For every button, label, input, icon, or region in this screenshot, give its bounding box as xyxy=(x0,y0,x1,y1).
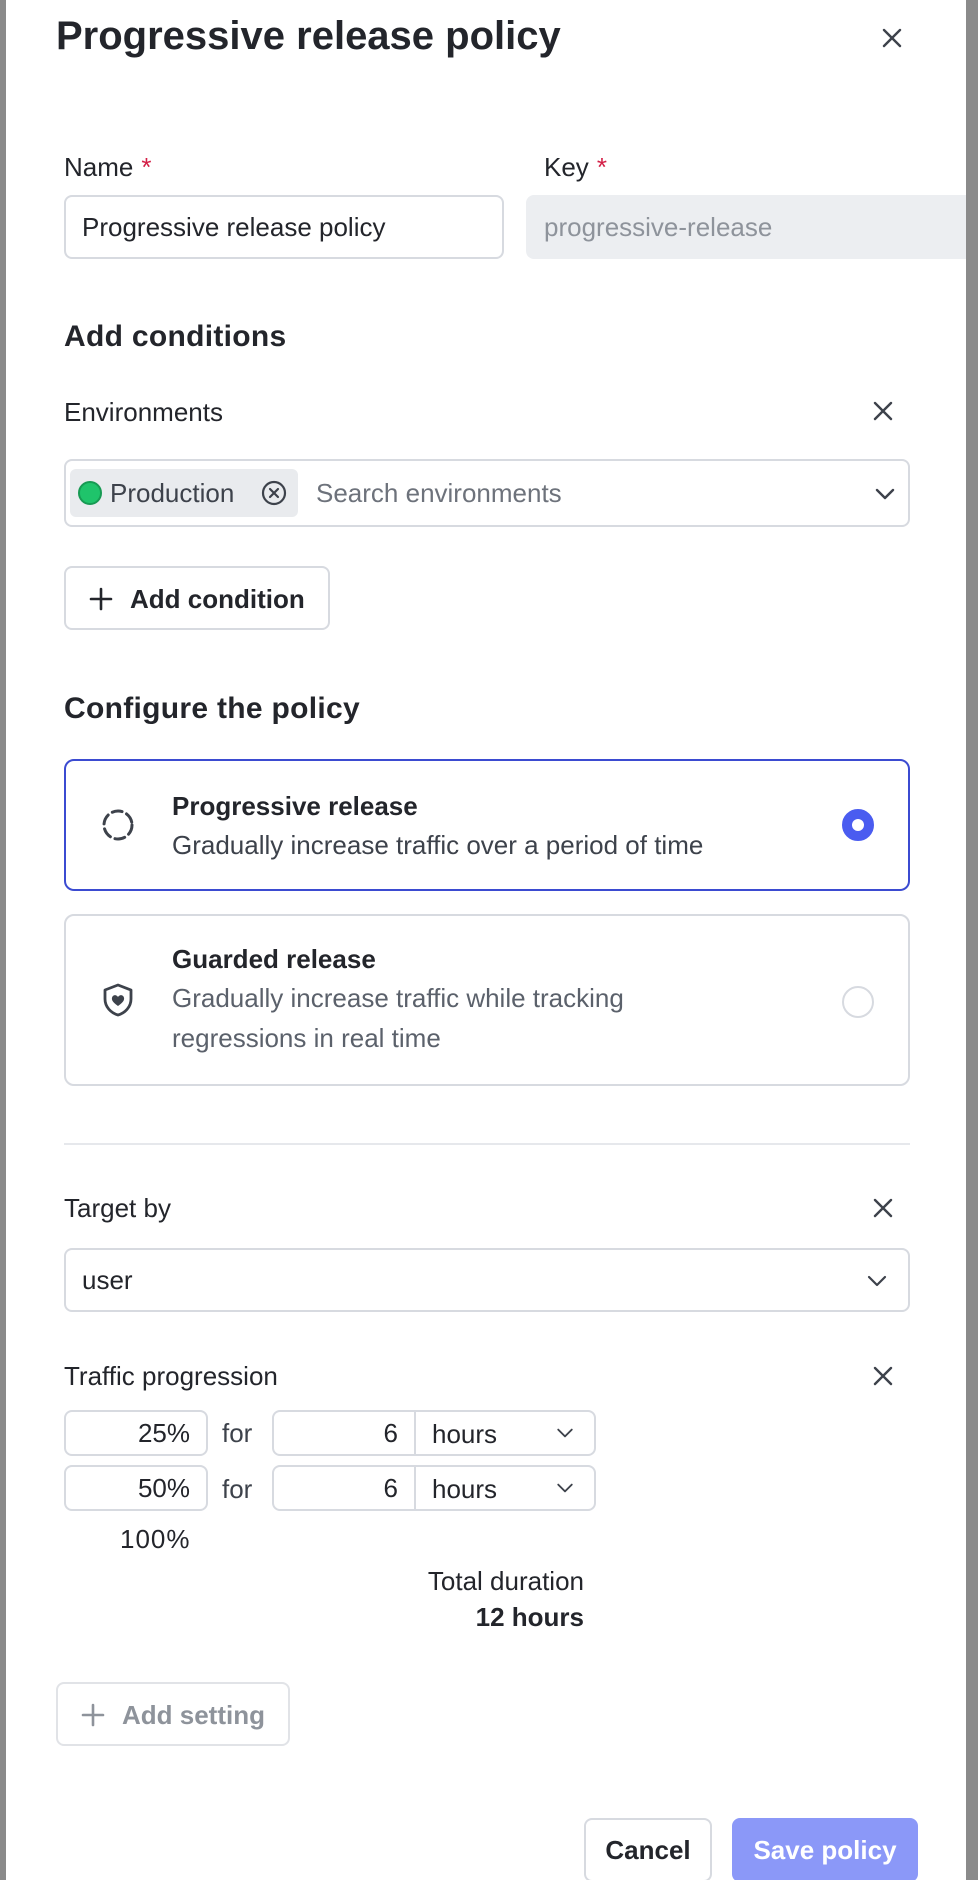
key-input[interactable]: progressive-release xyxy=(526,195,966,259)
target-by-select[interactable]: user xyxy=(64,1248,910,1312)
policy-option-title: Progressive release xyxy=(172,791,418,821)
plus-icon xyxy=(81,1703,105,1727)
environments-select[interactable]: Production xyxy=(64,459,910,527)
environment-chip: Production xyxy=(70,469,298,517)
duration-unit[interactable]: hours xyxy=(432,1419,497,1450)
key-label: Key * xyxy=(544,152,607,182)
required-mark: * xyxy=(596,152,607,182)
section-divider xyxy=(64,1143,910,1145)
policy-option-description: Gradually increase traffic over a period… xyxy=(172,830,704,860)
policy-option-description: Gradually increase traffic while trackin… xyxy=(172,983,624,1053)
policy-radio-guarded[interactable] xyxy=(842,986,874,1018)
chevron-down-icon[interactable] xyxy=(872,481,898,507)
name-label: Name * xyxy=(64,152,152,182)
policy-radio-progressive[interactable] xyxy=(842,809,874,841)
dialog-title: Progressive release policy xyxy=(56,14,561,58)
environment-search-input[interactable] xyxy=(316,473,836,513)
dashed-circle-icon xyxy=(102,809,134,841)
environments-label: Environments xyxy=(64,397,223,427)
policy-dialog: Progressive release policy Name * Progres… xyxy=(6,0,966,1880)
traffic-progression-label: Traffic progression xyxy=(64,1361,278,1391)
environment-status-dot xyxy=(78,481,102,505)
add-condition-label: Add condition xyxy=(130,584,305,614)
target-by-value: user xyxy=(82,1265,133,1295)
remove-traffic-icon[interactable] xyxy=(870,1363,896,1389)
policy-option-guarded[interactable]: Guarded release Gradually increase traff… xyxy=(64,914,910,1086)
chevron-down-icon xyxy=(867,1275,887,1287)
total-duration-label: Total duration xyxy=(427,1566,584,1596)
add-condition-button[interactable]: Add condition xyxy=(64,566,330,630)
for-text: for xyxy=(222,1418,253,1448)
total-duration-value: 12 hours xyxy=(475,1602,584,1632)
save-policy-button[interactable]: Save policy xyxy=(732,1818,918,1880)
remove-target-icon[interactable] xyxy=(870,1195,896,1221)
conditions-heading: Add conditions xyxy=(64,320,287,353)
name-input[interactable]: Progressive release policy xyxy=(64,195,504,259)
remove-environments-icon[interactable] xyxy=(870,398,896,424)
duration-control[interactable]: 6 hours xyxy=(272,1465,596,1511)
policy-option-title: Guarded release xyxy=(172,944,376,974)
cancel-button[interactable]: Cancel xyxy=(584,1818,712,1880)
chevron-down-icon xyxy=(557,1483,573,1493)
traffic-percent-input[interactable]: 25% xyxy=(64,1410,208,1456)
shield-heart-icon xyxy=(103,983,133,1017)
add-setting-label: Add setting xyxy=(122,1700,265,1730)
policy-option-progressive[interactable]: Progressive release Gradually increase t… xyxy=(64,759,910,891)
for-text: for xyxy=(222,1474,253,1504)
remove-chip-icon[interactable] xyxy=(260,479,288,507)
traffic-percent-input[interactable]: 50% xyxy=(64,1465,208,1511)
add-setting-button[interactable]: Add setting xyxy=(56,1682,290,1746)
duration-unit[interactable]: hours xyxy=(432,1474,497,1505)
plus-icon xyxy=(89,587,113,611)
policy-heading: Configure the policy xyxy=(64,692,361,725)
final-percent: 100% xyxy=(120,1524,191,1554)
duration-input[interactable]: 6 xyxy=(274,1467,416,1509)
duration-control[interactable]: 6 hours xyxy=(272,1410,596,1456)
duration-input[interactable]: 6 xyxy=(274,1412,416,1454)
environment-chip-label: Production xyxy=(110,478,235,508)
close-icon[interactable] xyxy=(878,24,906,52)
target-by-label: Target by xyxy=(64,1193,171,1223)
chevron-down-icon xyxy=(557,1428,573,1438)
backdrop-right xyxy=(966,0,978,1880)
required-mark: * xyxy=(141,152,152,182)
